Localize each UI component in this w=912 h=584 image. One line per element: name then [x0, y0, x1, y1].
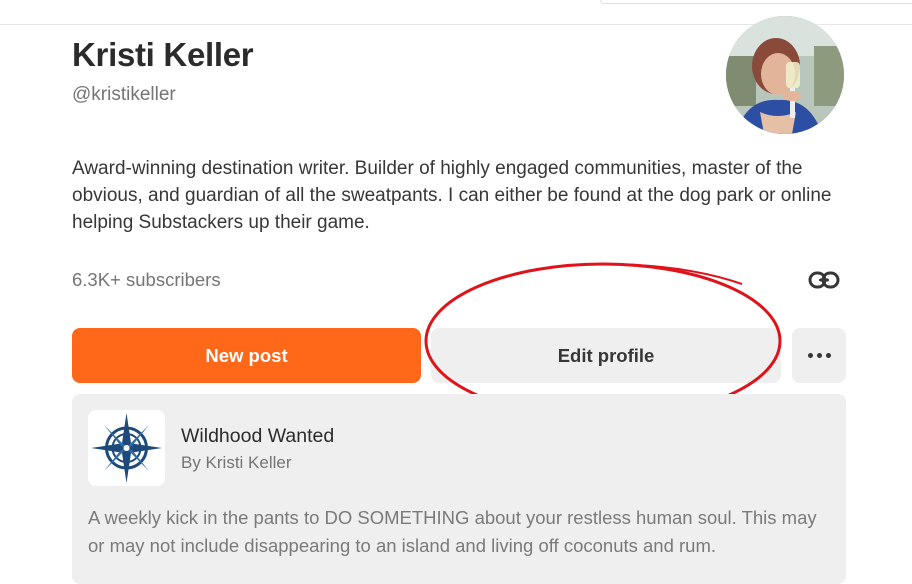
edit-profile-button[interactable]: Edit profile: [431, 328, 781, 383]
new-post-button[interactable]: New post: [72, 328, 421, 383]
compass-rose-icon: [91, 413, 162, 483]
publication-card[interactable]: Wildhood Wanted By Kristi Keller A weekl…: [72, 394, 846, 584]
link-icon[interactable]: [806, 264, 842, 296]
ellipsis-icon: [807, 353, 831, 358]
more-options-button[interactable]: [792, 328, 846, 383]
publication-title[interactable]: Wildhood Wanted: [181, 425, 334, 448]
search-box[interactable]: [600, 0, 912, 4]
publication-author: By Kristi Keller: [181, 453, 292, 472]
profile-handle: @kristikeller: [72, 84, 176, 105]
avatar: [726, 16, 844, 134]
profile-bio: Award-winning destination writer. Builde…: [72, 158, 832, 233]
subscriber-count[interactable]: 6.3K+ subscribers: [72, 269, 221, 291]
publication-description: A weekly kick in the pants to DO SOMETHI…: [88, 507, 817, 556]
publication-logo: [88, 410, 165, 486]
profile-name: Kristi Keller: [72, 36, 254, 73]
